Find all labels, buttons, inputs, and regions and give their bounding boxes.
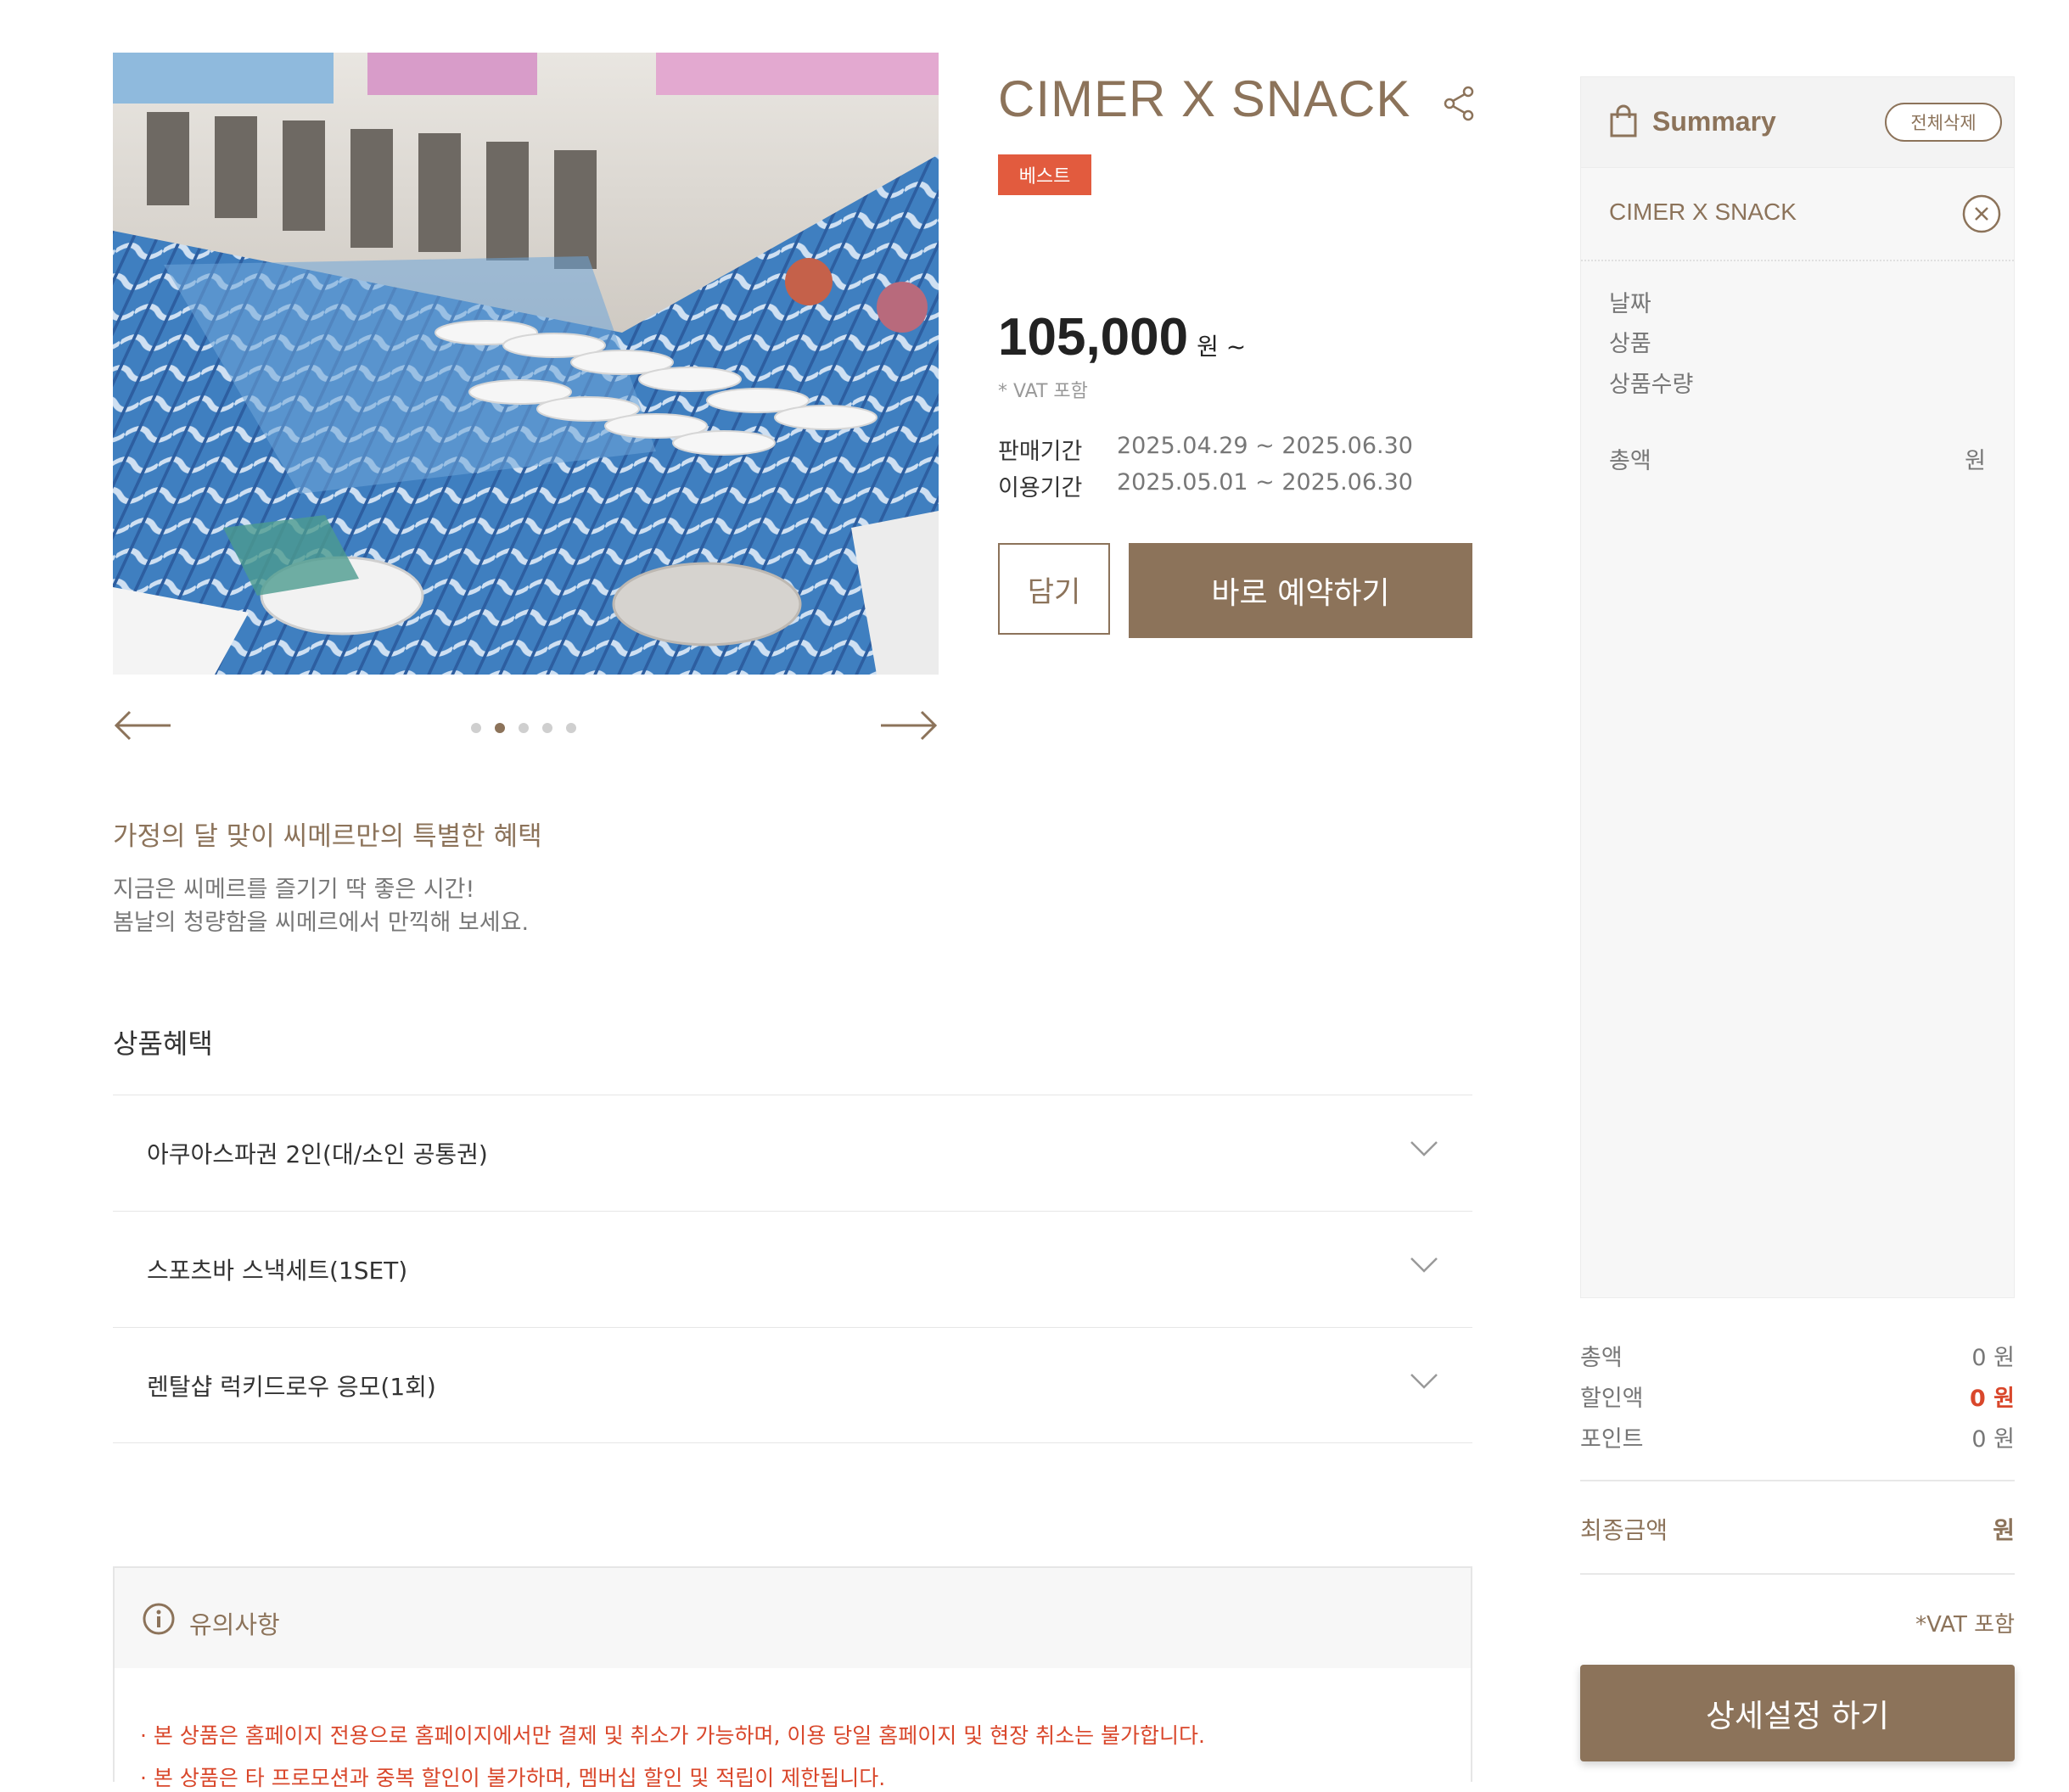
sale-period-value: 2025.04.29 ~ 2025.06.30	[1117, 433, 1413, 459]
total-row: 총액 0 원	[1580, 1339, 2015, 1372]
benefits-accordion: 아쿠아스파권 2인(대/소인 공통권) 스포츠바 스낵세트(1SET) 렌탈샵 …	[113, 1095, 1472, 1443]
slide-indicator	[471, 723, 576, 733]
price: 105,000 원 ~	[998, 307, 1246, 367]
info-icon	[143, 1603, 175, 1635]
slide-dot[interactable]	[519, 723, 529, 733]
use-period-value: 2025.05.01 ~ 2025.06.30	[1117, 469, 1413, 496]
summary-title: Summary	[1652, 106, 1776, 137]
product-image	[113, 53, 939, 675]
final-amount-row: 최종금액 원	[1580, 1512, 2015, 1546]
discount-row: 할인액 0 원	[1580, 1380, 2015, 1413]
notice-title: 유의사항	[189, 1610, 280, 1639]
summary-item-name: CIMER X SNACK	[1609, 199, 1797, 225]
chevron-down-icon	[1410, 1141, 1438, 1156]
book-now-button[interactable]: 바로 예약하기	[1129, 543, 1472, 638]
notice-header: 유의사항	[115, 1568, 1471, 1668]
chevron-down-icon	[1410, 1257, 1438, 1273]
slide-dot-active[interactable]	[495, 723, 505, 733]
product-page: CIMER X SNACK 베스트 105,000 원 ~ * VAT 포함 판…	[0, 0, 2069, 1790]
notice-line: · 본 상품은 홈페이지 전용으로 홈페이지에서만 결제 및 취소가 가능하며,…	[140, 1723, 1205, 1748]
final-amount-label: 최종금액	[1580, 1516, 1668, 1544]
add-to-cart-button[interactable]: 담기	[998, 543, 1110, 635]
product-title: CIMER X SNACK	[998, 70, 1411, 127]
promo-text: 지금은 씨메르를 즐기기 딱 좋은 시간!	[113, 876, 475, 903]
point-value: 0 원	[1971, 1426, 2015, 1453]
use-period: 이용기간 2025.05.01 ~ 2025.06.30	[998, 469, 1413, 502]
slide-dot[interactable]	[542, 723, 552, 733]
accordion-item[interactable]: 스포츠바 스낵세트(1SET)	[113, 1211, 1472, 1327]
summary-header: Summary 전체삭제	[1581, 77, 2014, 168]
vat-note: * VAT 포함	[998, 381, 1088, 402]
divider	[1580, 1480, 2015, 1481]
summary-item: CIMER X SNACK	[1581, 168, 2014, 261]
summary-date-label: 날짜	[1609, 291, 1651, 317]
best-badge: 베스트	[998, 154, 1091, 195]
accordion-item-label: 렌탈샵 럭키드로우 응모(1회)	[147, 1373, 436, 1401]
slide-dot[interactable]	[566, 723, 576, 733]
summary-panel: Summary 전체삭제 CIMER X SNACK 날짜 상품 상품수량 총액…	[1580, 76, 2015, 1298]
summary-vat-note: *VAT 포함	[1915, 1612, 2015, 1638]
point-row: 포인트 0 원	[1580, 1420, 2015, 1453]
summary-total-label: 총액	[1609, 448, 1651, 474]
next-slide-arrow-icon[interactable]	[879, 708, 939, 742]
close-icon[interactable]	[1961, 193, 2002, 234]
price-amount: 105,000	[998, 308, 1189, 367]
shopping-bag-icon	[1610, 104, 1637, 137]
total-value: 0 원	[1971, 1345, 2015, 1371]
prev-slide-arrow-icon[interactable]	[113, 708, 172, 742]
use-period-label: 이용기간	[998, 475, 1083, 501]
sale-period-label: 판매기간	[998, 439, 1083, 465]
accordion-item-label: 아쿠아스파권 2인(대/소인 공통권)	[147, 1140, 488, 1168]
detail-settings-button[interactable]: 상세설정 하기	[1580, 1665, 2015, 1761]
point-label: 포인트	[1580, 1426, 1644, 1453]
benefits-title: 상품혜택	[113, 1028, 213, 1060]
promo-headline: 가정의 달 맞이 씨메르만의 특별한 혜택	[113, 821, 542, 852]
accordion-item[interactable]: 아쿠아스파권 2인(대/소인 공통권)	[113, 1095, 1472, 1211]
total-label: 총액	[1580, 1345, 1623, 1371]
summary-total-unit: 원	[1965, 448, 1986, 474]
summary-qty-label: 상품수량	[1609, 372, 1694, 398]
final-amount-value: 원	[1993, 1516, 2015, 1544]
accordion-item[interactable]: 렌탈샵 럭키드로우 응모(1회)	[113, 1327, 1472, 1443]
share-icon[interactable]	[1443, 85, 1477, 122]
summary-product-label: 상품	[1609, 331, 1651, 357]
clear-all-button[interactable]: 전체삭제	[1885, 103, 2002, 142]
promo-text: 봄날의 청량함을 씨메르에서 만끽해 보세요.	[113, 910, 530, 936]
divider	[1580, 1573, 2015, 1575]
discount-value: 0 원	[1969, 1386, 2015, 1412]
price-unit: 원 ~	[1197, 333, 1247, 361]
notice-line: · 본 상품은 타 프로모션과 중복 할인이 불가하며, 멤버십 할인 및 적립…	[140, 1766, 886, 1790]
chevron-down-icon	[1410, 1374, 1438, 1389]
accordion-item-label: 스포츠바 스낵세트(1SET)	[147, 1257, 408, 1285]
sale-period: 판매기간 2025.04.29 ~ 2025.06.30	[998, 433, 1413, 466]
notice-box: 유의사항 · 본 상품은 홈페이지 전용으로 홈페이지에서만 결제 및 취소가 …	[113, 1566, 1472, 1790]
discount-label: 할인액	[1580, 1386, 1644, 1412]
slide-dot[interactable]	[471, 723, 481, 733]
